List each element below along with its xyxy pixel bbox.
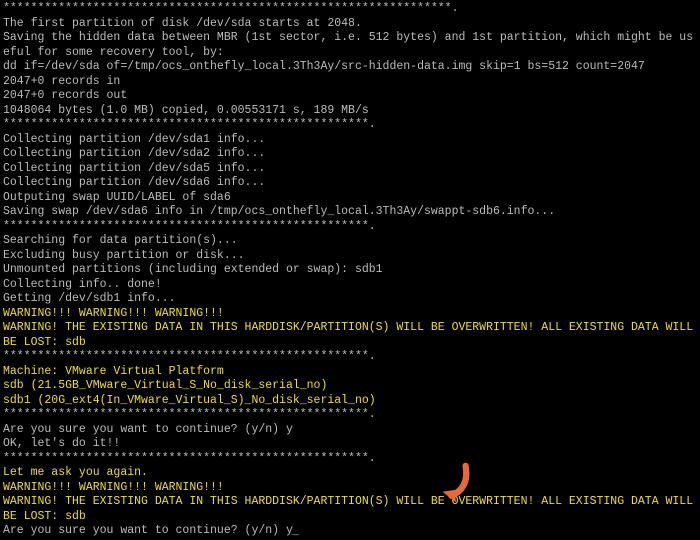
terminal-line: Machine: VMware Virtual Platform — [3, 365, 697, 380]
terminal-line: ****************************************… — [3, 350, 697, 365]
terminal-line: Collecting partition /dev/sda6 info... — [3, 176, 697, 191]
terminal-line: OK, let's do it!! — [3, 437, 697, 452]
terminal-line: Getting /dev/sdb1 info... — [3, 292, 697, 307]
terminal-line: Are you sure you want to continue? (y/n)… — [3, 423, 697, 438]
terminal-line: sdb (21.5GB_VMware_Virtual_S_No_disk_ser… — [3, 379, 697, 394]
terminal-line: dd if=/dev/sda of=/tmp/ocs_onthefly_loca… — [3, 60, 697, 75]
terminal-line: Searching for data partition(s)... — [3, 234, 697, 249]
terminal-line: Excluding busy partition or disk... — [3, 249, 697, 264]
terminal-line: ****************************************… — [3, 220, 697, 235]
terminal-line: Saving swap /dev/sda6 info in /tmp/ocs_o… — [3, 205, 697, 220]
terminal-line: ****************************************… — [3, 2, 697, 17]
terminal-line: WARNING!!! WARNING!!! WARNING!!! — [3, 307, 697, 322]
terminal-line: Let me ask you again. — [3, 466, 697, 481]
terminal-line: ****************************************… — [3, 118, 697, 133]
terminal-line: Saving the hidden data between MBR (1st … — [3, 31, 697, 60]
terminal-line: Collecting info.. done! — [3, 278, 697, 293]
terminal-line: 2047+0 records in — [3, 75, 697, 90]
terminal-line: Collecting partition /dev/sda5 info... — [3, 162, 697, 177]
terminal-line: Outputing swap UUID/LABEL of sda6 — [3, 191, 697, 206]
terminal-line: WARNING!!! WARNING!!! WARNING!!! — [3, 481, 697, 496]
confirm-prompt[interactable]: Are you sure you want to continue? (y/n)… — [3, 524, 299, 537]
terminal-line: The first partition of disk /dev/sda sta… — [3, 17, 697, 32]
terminal-line: WARNING! THE EXISTING DATA IN THIS HARDD… — [3, 495, 697, 524]
terminal-output: ****************************************… — [3, 2, 697, 524]
terminal-line: sdb1 (20G_ext4(In_VMware_Virtual_S)_No_d… — [3, 394, 697, 409]
terminal-line: 2047+0 records out — [3, 89, 697, 104]
terminal-line: 1048064 bytes (1.0 MB) copied, 0.0055317… — [3, 104, 697, 119]
terminal-line: WARNING! THE EXISTING DATA IN THIS HARDD… — [3, 321, 697, 350]
terminal-line: Collecting partition /dev/sda1 info... — [3, 133, 697, 148]
terminal-line: ****************************************… — [3, 452, 697, 467]
cursor-icon — [292, 525, 299, 537]
terminal-line: ****************************************… — [3, 408, 697, 423]
terminal-line: Unmounted partitions (including extended… — [3, 263, 697, 278]
terminal-line: Collecting partition /dev/sda2 info... — [3, 147, 697, 162]
